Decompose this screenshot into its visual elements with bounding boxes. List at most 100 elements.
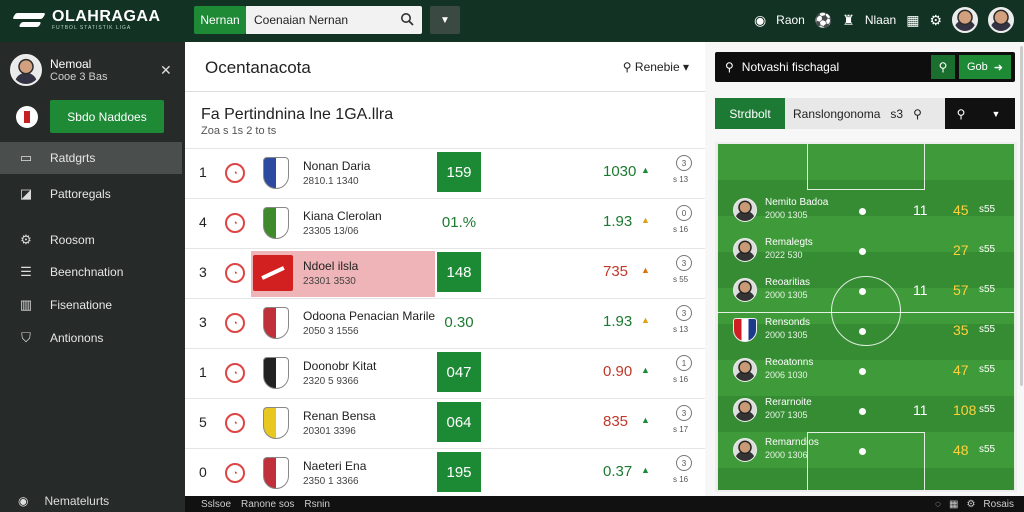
- avatar-secondary[interactable]: [988, 7, 1014, 33]
- sidebar-bottom-item[interactable]: ◉ Nematelurts: [18, 494, 109, 508]
- sidebar-item-1[interactable]: ◪ Pattoregals: [0, 178, 182, 210]
- player-rating: 108: [953, 402, 977, 418]
- sidebar-item-label: Beenchnation: [50, 265, 124, 279]
- search-icon[interactable]: ⚲: [945, 98, 977, 129]
- tab-active[interactable]: Strdbolt: [715, 98, 785, 129]
- player-row[interactable]: Rerarnoite 2007 1305 11 108 s55: [717, 392, 1015, 430]
- player-name[interactable]: Kiana Clerolan: [303, 209, 382, 223]
- row-action-button[interactable]: 3: [676, 255, 692, 271]
- player-meta: 2000 1306: [765, 450, 808, 460]
- value-text: 835: [603, 413, 629, 430]
- row-action-button[interactable]: 3: [676, 155, 692, 171]
- player-name[interactable]: Nonan Daria: [303, 159, 370, 173]
- top-search-input[interactable]: Coenaian Nernan: [246, 6, 422, 34]
- tab-secondary[interactable]: Ranslongonoma s3 ⚲: [785, 98, 945, 129]
- trophy-icon[interactable]: ♜: [842, 12, 855, 29]
- player-row[interactable]: Remalegts 2022 530 27 s55: [717, 232, 1015, 270]
- row-rank: 3: [199, 264, 207, 280]
- player-row[interactable]: Rensonds 2000 1305 35 s55: [717, 312, 1015, 350]
- grid-icon[interactable]: ▦: [949, 499, 958, 510]
- player-row[interactable]: Reoaritias 2000 1305 11 57 s55: [717, 272, 1015, 310]
- player-name[interactable]: Odoona Penacian Marile: [303, 309, 435, 323]
- footer-right-label[interactable]: Rosais: [983, 499, 1014, 510]
- player-name[interactable]: Ndoel ilsla: [303, 259, 358, 273]
- row-action-button[interactable]: 3: [676, 405, 692, 421]
- trend-up-icon: ▲: [641, 365, 650, 375]
- sidebar-item-0[interactable]: ▭ Ratdgrts: [0, 142, 182, 174]
- row-action-button[interactable]: 3: [676, 305, 692, 321]
- footer-link[interactable]: Ranone sos: [241, 499, 294, 510]
- avatar[interactable]: [952, 7, 978, 33]
- filter-button[interactable]: ⚲ Renebie ▾: [623, 60, 689, 74]
- sidebar-item-3[interactable]: ☰ Beenchnation: [0, 256, 182, 288]
- lineup-search-input[interactable]: ⚲ Notvashi fischagal ⚲ Gob ➜: [715, 52, 1015, 82]
- sidebar-item-4[interactable]: ▥ Fisenatione: [0, 289, 182, 321]
- scrollbar[interactable]: [1020, 46, 1023, 386]
- close-icon[interactable]: ✕: [160, 62, 172, 79]
- table-row[interactable]: 5 ◔ Renan Bensa 20301 3396 064 835 ▲ 3 s 17: [185, 398, 705, 448]
- player-meta: 2810.1 1340: [303, 176, 359, 187]
- rating-score: 064: [437, 402, 481, 442]
- player-row[interactable]: Remarndios 2000 1306 48 s55: [717, 432, 1015, 470]
- go-label: Gob: [966, 61, 988, 73]
- sidebar-item-2[interactable]: ⚙ Roosom: [0, 224, 182, 256]
- player-position-dot: [859, 248, 866, 255]
- search-icon: ⚲: [622, 60, 632, 74]
- row-action-button[interactable]: 1: [676, 355, 692, 371]
- go-button[interactable]: Gob ➜: [959, 55, 1011, 79]
- footer-link[interactable]: Sslsoe: [201, 499, 231, 510]
- gear-icon[interactable]: ⚙: [929, 12, 942, 29]
- footer-link[interactable]: Rsnin: [304, 499, 330, 510]
- row-action-sub: s 17: [673, 425, 689, 434]
- table-row[interactable]: 4 ◔ Kiana Clerolan 23305 13/06 01.% 1.93 ▲ 0 s 1…: [185, 198, 705, 248]
- value-text: 1.93: [603, 213, 633, 230]
- chart-icon: ▥: [19, 297, 33, 312]
- top-right-item-2[interactable]: Nlaan: [865, 13, 896, 27]
- settings-icon[interactable]: ⚙: [966, 499, 975, 510]
- top-dropdown-button[interactable]: ▼: [430, 6, 460, 34]
- top-right-item-1[interactable]: Raon: [776, 13, 805, 27]
- position-badge-icon: ◔: [225, 163, 245, 183]
- player-row[interactable]: Reoatonns 2006 1030 47 s55: [717, 352, 1015, 390]
- position-badge-icon: ◔: [225, 413, 245, 433]
- row-rank: 4: [199, 214, 207, 230]
- lineup-panel: ⚲ Notvashi fischagal ⚲ Gob ➜ Strdbolt Ra…: [705, 42, 1024, 496]
- player-photo: [733, 198, 757, 222]
- search-button[interactable]: ⚲: [931, 55, 955, 79]
- trend-up-icon: ▲: [641, 215, 650, 225]
- table-row[interactable]: 0 ◔ Naeteri Ena 2350 1 3366 195 0.37 ▲ 3 s 16: [185, 448, 705, 498]
- row-action-button[interactable]: 3: [676, 455, 692, 471]
- player-row[interactable]: Nemito Badoa 2000 1305 11 45 s55: [717, 192, 1015, 230]
- trend-up-icon: ▲: [641, 465, 650, 475]
- record-icon[interactable]: ◉: [754, 12, 766, 29]
- player-meta: 2000 1305: [765, 210, 808, 220]
- club-crest-icon: [263, 407, 289, 439]
- table-row[interactable]: 3 ◔ Ndoel ilsla 23301 3530 148 735 ▲ 3 s 55: [185, 248, 705, 298]
- sidebar-cta-button[interactable]: Sbdo Naddoes: [50, 100, 164, 133]
- player-name[interactable]: Doonobr Kitat: [303, 359, 376, 373]
- search-icon[interactable]: [400, 12, 414, 29]
- chevron-down-icon[interactable]: ▼: [977, 98, 1015, 129]
- player-stat: s55: [979, 284, 996, 295]
- value-cell: 1.93 ▲: [603, 213, 650, 230]
- table-row[interactable]: 1 ◔ Nonan Daria 2810.1 1340 159 1030 ▲ 3 s 13: [185, 148, 705, 198]
- value-cell: 835 ▲: [603, 413, 650, 430]
- grid-icon[interactable]: ▦: [906, 12, 919, 29]
- rating-score: 159: [437, 152, 481, 192]
- ball-icon[interactable]: ⚽: [815, 12, 832, 29]
- app-logo[interactable]: OLAHRAGAA FUTBOL STATISTIK LIGA: [12, 9, 161, 32]
- top-tab[interactable]: Nernan: [194, 6, 246, 34]
- player-name[interactable]: Naeteri Ena: [303, 459, 366, 473]
- settings-icon: ⚙: [20, 232, 32, 247]
- sidebar-item-5[interactable]: ⛉ Antionons: [0, 322, 182, 354]
- sidebar-item-label: Roosom: [50, 233, 95, 247]
- row-rank: 5: [199, 414, 207, 430]
- player-rating: 48: [953, 442, 969, 458]
- table-row[interactable]: 3 ◔ Odoona Penacian Marile 2050 3 1556 0.30 1…: [185, 298, 705, 348]
- player-name: Rerarnoite: [765, 397, 812, 408]
- share-icon[interactable]: ◌: [935, 499, 941, 510]
- player-name[interactable]: Renan Bensa: [303, 409, 376, 423]
- table-row[interactable]: 1 ◔ Doonobr Kitat 2320 5 9366 047 0.90 ▲ 1 s 16: [185, 348, 705, 398]
- row-action-button[interactable]: 0: [676, 205, 692, 221]
- sidebar-user[interactable]: Nemoal Cooe 3 Bas: [10, 54, 107, 86]
